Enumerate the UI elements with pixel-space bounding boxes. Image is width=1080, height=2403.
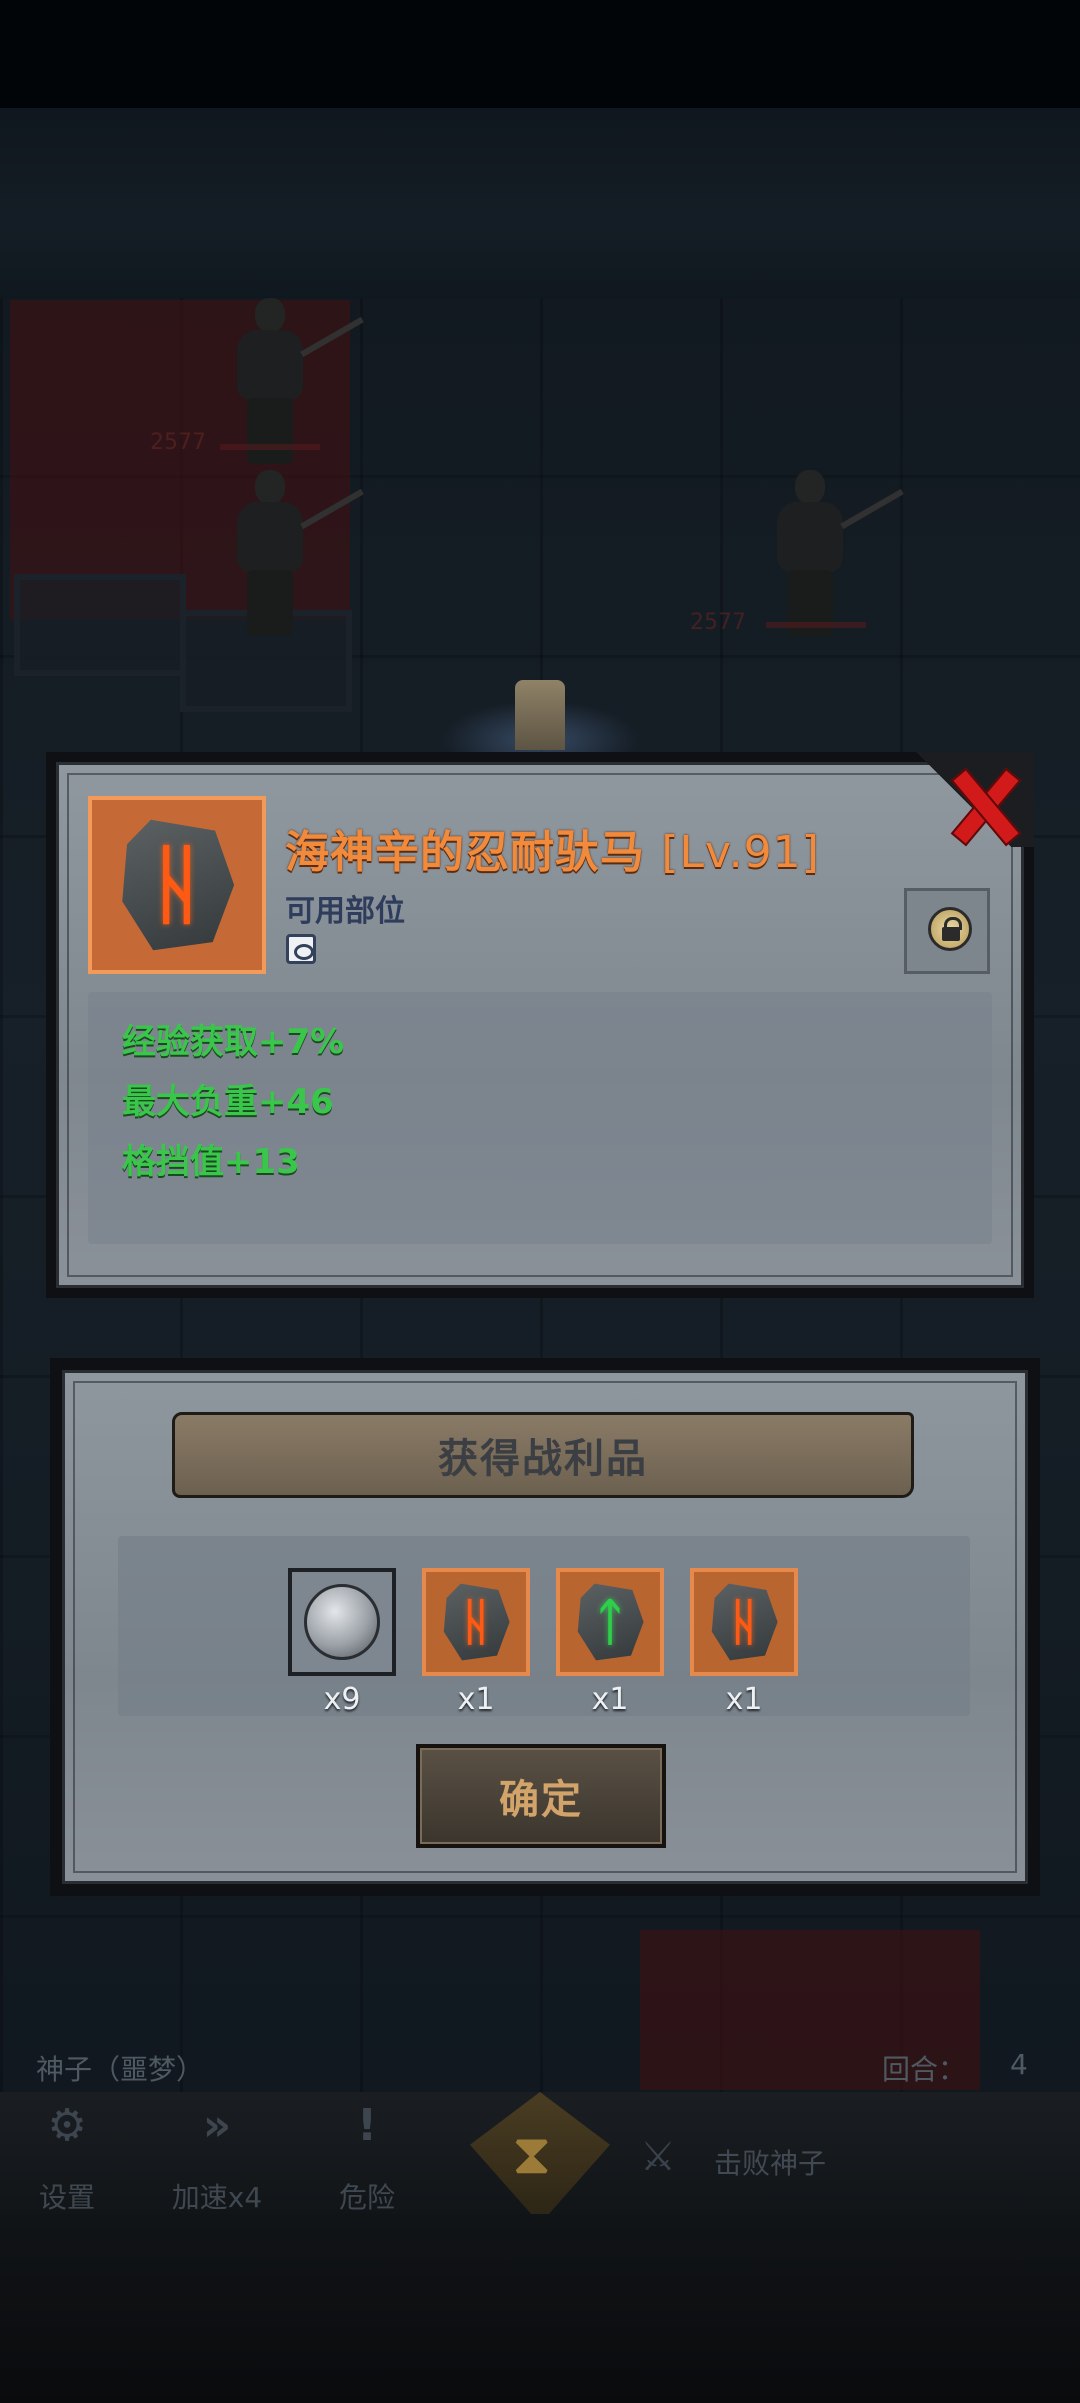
usable-slot-label: 可用部位 (285, 894, 405, 929)
loot-item-rune[interactable]: ᚺ (422, 1568, 530, 1676)
settings-button[interactable]: ⚙ 设置 (2, 2100, 132, 2214)
loot-count: x1 (725, 1682, 763, 1717)
coin-icon (304, 1584, 380, 1660)
speed-button[interactable]: » 加速x4 (152, 2100, 282, 2214)
lock-button[interactable] (904, 888, 990, 974)
loot-title-banner: 获得战利品 (172, 1412, 914, 1498)
rune-orange-icon: ᚺ (729, 1593, 759, 1651)
slot-ring-icon (286, 934, 316, 964)
boss-name: 神子（噩梦） (36, 2053, 205, 2086)
loot-count: x9 (323, 1682, 361, 1717)
rune-orange-icon: ᚺ (461, 1593, 491, 1651)
speed-label: 加速x4 (171, 2181, 263, 2214)
danger-button[interactable]: ! 危险 (302, 2100, 432, 2214)
hud-info-row: 神子（噩梦） 回合： 4 (0, 2040, 1080, 2090)
rune-glyph-icon: ᚺ (151, 835, 203, 935)
loot-item-rune[interactable]: ᚺ (690, 1568, 798, 1676)
task-label: 击败神子 (714, 2147, 827, 2180)
warning-icon: ! (356, 2100, 378, 2151)
danger-label: 危险 (338, 2181, 395, 2214)
hourglass-icon: ⧗ (512, 2122, 552, 2187)
loot-count: x1 (457, 1682, 495, 1717)
loot-count: x1 (591, 1682, 629, 1717)
gear-icon: ⚙ (47, 2100, 87, 2151)
crossed-swords-icon: ⚔ (640, 2134, 676, 2180)
loot-title: 获得战利品 (438, 1436, 648, 1482)
stat-max-weight: 最大负重+46 (122, 1082, 334, 1122)
fast-forward-icon: » (202, 2100, 232, 2151)
confirm-label: 确定 (499, 1777, 583, 1823)
item-name-text: 海神辛的忍耐驮马 (285, 827, 645, 878)
close-button[interactable] (944, 762, 1022, 847)
item-level: [Lv.91] (661, 827, 820, 878)
loot-item-rune[interactable]: ᛏ (556, 1568, 664, 1676)
item-icon: ᚺ (88, 796, 266, 974)
stat-block-value: 格挡值+13 (122, 1142, 300, 1182)
lock-icon (928, 907, 972, 951)
round-value: 4 (1010, 2048, 1028, 2081)
loot-items-box (118, 1536, 970, 1716)
stat-exp-gain: 经验获取+7% (122, 1022, 345, 1062)
settings-label: 设置 (38, 2181, 95, 2214)
round-label: 回合： (882, 2053, 967, 2086)
loot-item-coin[interactable] (288, 1568, 396, 1676)
bottom-area (0, 2214, 1080, 2403)
panel-handle (515, 680, 565, 750)
confirm-button[interactable]: 确定 (416, 1744, 666, 1848)
rune-green-icon: ᛏ (595, 1593, 625, 1651)
item-name: 海神辛的忍耐驮马 [Lv.91] (285, 816, 820, 880)
